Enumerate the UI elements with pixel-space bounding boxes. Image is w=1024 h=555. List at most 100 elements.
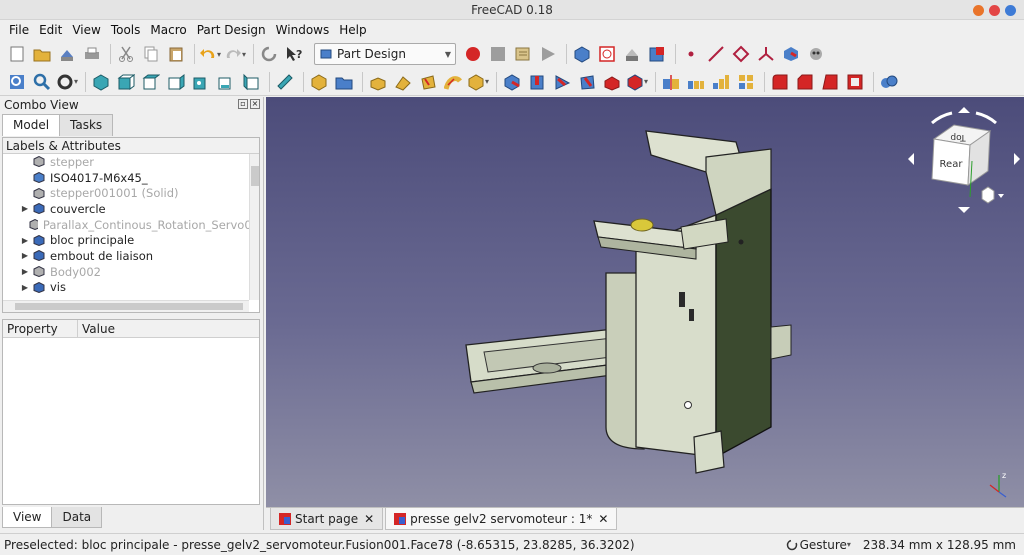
close-tab-icon[interactable]: ✕ — [598, 512, 608, 526]
datum-line-button[interactable] — [705, 43, 727, 65]
view-front-button[interactable] — [115, 71, 137, 93]
tab-document[interactable]: presse gelv2 servomoteur : 1* ✕ — [385, 508, 618, 530]
chamfer-button[interactable] — [794, 71, 816, 93]
group-button[interactable] — [333, 71, 355, 93]
tree-item[interactable]: ▶ vis — [3, 280, 259, 296]
nav-arrow-left-icon[interactable] — [908, 153, 914, 165]
chevron-right-icon[interactable]: ▶ — [19, 236, 31, 245]
workbench-selector[interactable]: Part Design ▼ — [314, 43, 456, 65]
edit-macro-button[interactable] — [512, 43, 534, 65]
tree-vertical-scrollbar[interactable] — [249, 154, 259, 300]
stop-macro-button[interactable] — [487, 43, 509, 65]
subtractive-pipe-button[interactable] — [601, 71, 623, 93]
view-bottom-button[interactable] — [215, 71, 237, 93]
linear-pattern-button[interactable] — [685, 71, 707, 93]
chevron-right-icon[interactable]: ▶ — [19, 204, 31, 213]
tree-item[interactable]: ▶ bloc principale — [3, 232, 259, 248]
hole-button[interactable] — [526, 71, 548, 93]
rotate-right-icon[interactable] — [975, 111, 997, 125]
nav-arrow-right-icon[interactable] — [1014, 153, 1020, 165]
navcube-menu-icon[interactable] — [981, 186, 995, 204]
float-panel-icon[interactable]: ▫ — [238, 99, 248, 109]
additive-pipe-button[interactable] — [442, 71, 464, 93]
tree-item[interactable]: stepper — [3, 154, 259, 170]
cut-button[interactable] — [115, 43, 137, 65]
view-left-button[interactable] — [240, 71, 262, 93]
tab-model[interactable]: Model — [2, 114, 61, 136]
run-macro-button[interactable] — [537, 43, 559, 65]
local-cs-button[interactable] — [755, 43, 777, 65]
additive-loft-button[interactable] — [417, 71, 439, 93]
clone-button[interactable] — [805, 43, 827, 65]
validate-sketch-button[interactable] — [621, 43, 643, 65]
fillet-button[interactable] — [769, 71, 791, 93]
view-top-button[interactable] — [140, 71, 162, 93]
tab-start-page[interactable]: Start page ✕ — [270, 508, 384, 530]
whats-this-button[interactable]: ? — [283, 43, 305, 65]
chevron-right-icon[interactable]: ▶ — [19, 251, 31, 260]
menu-edit[interactable]: Edit — [34, 20, 67, 40]
tree-item[interactable]: ISO4017-M6x45_ — [3, 170, 259, 186]
datum-point-button[interactable] — [680, 43, 702, 65]
mirrored-button[interactable] — [660, 71, 682, 93]
pocket-button[interactable] — [501, 71, 523, 93]
save-button[interactable] — [56, 43, 78, 65]
pad-button[interactable] — [367, 71, 389, 93]
shape-binder-button[interactable] — [780, 43, 802, 65]
fit-selection-button[interactable] — [31, 71, 53, 93]
close-button[interactable] — [1005, 5, 1016, 16]
subtractive-primitive-button[interactable]: ▾ — [626, 71, 648, 93]
groove-button[interactable] — [551, 71, 573, 93]
paste-button[interactable] — [165, 43, 187, 65]
close-tab-icon[interactable]: ✕ — [364, 512, 374, 526]
print-button[interactable] — [81, 43, 103, 65]
menu-help[interactable]: Help — [334, 20, 371, 40]
3d-viewport[interactable]: z Top Rear — [266, 97, 1024, 507]
new-document-button[interactable] — [6, 43, 28, 65]
refresh-button[interactable] — [258, 43, 280, 65]
copy-button[interactable] — [140, 43, 162, 65]
measure-button[interactable] — [274, 71, 296, 93]
navigation-cube[interactable]: Top Rear — [904, 101, 1024, 221]
part-button[interactable] — [308, 71, 330, 93]
menu-file[interactable]: File — [4, 20, 34, 40]
menu-macro[interactable]: Macro — [145, 20, 191, 40]
redo-button[interactable]: ▾ — [224, 43, 246, 65]
value-column-header[interactable]: Value — [78, 320, 115, 337]
nav-arrow-up-icon[interactable] — [958, 107, 970, 113]
polar-pattern-button[interactable] — [710, 71, 732, 93]
check-geometry-button[interactable] — [646, 43, 668, 65]
multi-transform-button[interactable] — [735, 71, 757, 93]
draw-style-button[interactable]: ▾ — [56, 71, 78, 93]
additive-primitive-button[interactable]: ▾ — [467, 71, 489, 93]
undo-button[interactable]: ▾ — [199, 43, 221, 65]
rotate-left-icon[interactable] — [931, 111, 953, 125]
nav-arrow-down-icon[interactable] — [958, 207, 970, 213]
create-sketch-button[interactable] — [596, 43, 618, 65]
tab-tasks[interactable]: Tasks — [59, 114, 114, 136]
boolean-button[interactable] — [878, 71, 900, 93]
view-rear-button[interactable] — [190, 71, 212, 93]
navigation-style-selector[interactable]: Gesture ▾ — [786, 538, 851, 552]
tree-horizontal-scrollbar[interactable] — [3, 300, 249, 312]
tab-data[interactable]: Data — [51, 507, 103, 528]
revolution-button[interactable] — [392, 71, 414, 93]
tree-item[interactable]: ▶ couvercle — [3, 201, 259, 217]
minimize-button[interactable] — [973, 5, 984, 16]
property-column-header[interactable]: Property — [3, 320, 78, 337]
tree-item[interactable]: stepper001001 (Solid) — [3, 185, 259, 201]
view-isometric-button[interactable] — [90, 71, 112, 93]
thickness-button[interactable] — [844, 71, 866, 93]
draft-button[interactable] — [819, 71, 841, 93]
tree-item[interactable]: Parallax_Continous_Rotation_Servo00 — [3, 217, 259, 233]
menu-part-design[interactable]: Part Design — [192, 20, 271, 40]
menu-tools[interactable]: Tools — [106, 20, 146, 40]
open-button[interactable] — [31, 43, 53, 65]
view-right-button[interactable] — [165, 71, 187, 93]
fit-all-button[interactable] — [6, 71, 28, 93]
tree-item[interactable]: ▶ Body002 — [3, 264, 259, 280]
record-macro-button[interactable] — [462, 43, 484, 65]
maximize-button[interactable] — [989, 5, 1000, 16]
chevron-right-icon[interactable]: ▶ — [19, 267, 31, 276]
datum-plane-button[interactable] — [730, 43, 752, 65]
